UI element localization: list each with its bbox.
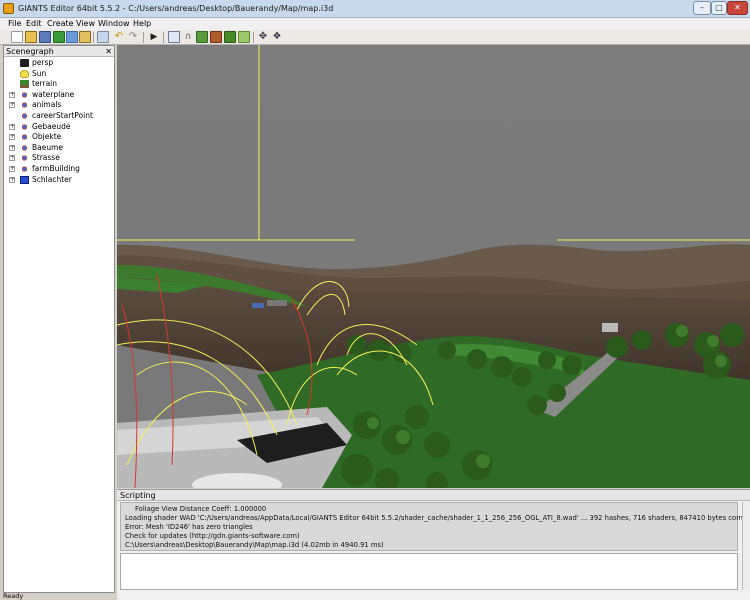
tree-item-label: careerStartPoint: [32, 111, 93, 120]
menu-file[interactable]: File: [8, 19, 21, 28]
tree-item-label: Baeume: [32, 142, 64, 152]
refresh-icon[interactable]: [97, 31, 109, 43]
menu-help[interactable]: Help: [133, 19, 151, 28]
terrain-icon: [20, 80, 29, 89]
scenegraph-close-icon[interactable]: ✕: [105, 46, 112, 57]
scripting-panel: Scripting Foliage View Distance Coeff: 1…: [117, 489, 750, 600]
maximize-button[interactable]: □: [711, 1, 727, 15]
redo-icon[interactable]: ↷: [127, 31, 139, 43]
expand-icon[interactable]: +: [9, 144, 15, 151]
log-line: Check for updates (http://gdn.giants-sof…: [125, 532, 300, 540]
log-line: Foliage View Distance Coeff: 1.000000: [135, 505, 267, 513]
log-line: C:\Users\andreas\Desktop\Bauerandy\Map\m…: [125, 541, 384, 549]
menu-bar: File Edit Create View Window Help: [0, 18, 750, 30]
tree-item-label: Sun: [32, 68, 47, 78]
transform-group-icon: [20, 101, 29, 110]
tree-item[interactable]: + animals: [4, 100, 114, 110]
tree-item-label: waterplane: [32, 89, 75, 99]
log-line: Loading shader WAD 'C:/Users/andreas/App…: [125, 514, 750, 522]
terrain-sculpt-icon[interactable]: [196, 31, 208, 43]
new-file-icon[interactable]: [11, 31, 23, 43]
giants-app-icon: [3, 3, 14, 14]
magnet-icon[interactable]: ∩: [182, 31, 194, 43]
navigation-icon[interactable]: ✥: [257, 31, 269, 43]
tree-item-label: Gebaeude: [32, 121, 71, 131]
tree-item-label: farmBuilding: [32, 164, 80, 173]
open-folder-icon[interactable]: [25, 31, 37, 43]
transform-group-icon: [20, 122, 29, 131]
scenegraph-panel: Scenegraph ✕ persp Sun terrain + waterplane +…: [3, 45, 115, 593]
transform-group-icon: [20, 165, 29, 173]
tree-item[interactable]: + Strasse: [4, 153, 114, 163]
distant-building: [252, 303, 264, 308]
log-line: Error: Mesh 'ID246' has zero triangles: [125, 523, 253, 531]
settings-icon[interactable]: ❖: [271, 31, 283, 43]
undo-icon[interactable]: ↶: [113, 31, 125, 43]
scenegraph-title: Scenegraph: [6, 47, 54, 56]
expand-icon[interactable]: +: [9, 123, 15, 130]
shape-cube-icon: [20, 175, 29, 184]
scripting-header: Scripting: [117, 490, 750, 501]
menu-window[interactable]: Window: [98, 19, 130, 28]
window-title: GIANTS Editor 64bit 5.5.2 - C:/Users/and…: [18, 4, 334, 13]
menu-edit[interactable]: Edit: [26, 19, 42, 28]
menu-view[interactable]: View: [76, 19, 95, 28]
transform-group-icon: [20, 143, 29, 152]
scripting-scrollbar[interactable]: [742, 502, 750, 590]
toolbar: ↶ ↷ ▶ ∩ ✥ ❖: [0, 30, 750, 45]
distant-shed: [602, 323, 618, 332]
tree-item-label: terrain: [32, 79, 58, 89]
save-all-icon[interactable]: [66, 31, 78, 43]
minimize-button[interactable]: –: [693, 1, 711, 15]
select-tool-icon[interactable]: [168, 31, 180, 43]
tree-item-label: persp: [32, 58, 54, 67]
tree-item-label: animals: [32, 100, 62, 110]
light-bulb-icon: [20, 69, 29, 78]
transform-group-icon: [20, 90, 29, 99]
transform-group-icon: [20, 154, 29, 163]
export-icon[interactable]: [79, 31, 91, 43]
transform-group-icon: [20, 133, 29, 142]
expand-icon[interactable]: +: [9, 166, 15, 172]
foliage-paint-icon[interactable]: [224, 31, 236, 43]
3d-viewport[interactable]: [117, 45, 750, 488]
expand-icon[interactable]: +: [9, 102, 15, 109]
tree-item[interactable]: + waterplane: [4, 90, 114, 100]
tree-item[interactable]: Sun: [4, 69, 114, 79]
scenegraph-header: Scenegraph ✕: [4, 46, 114, 57]
tree-item[interactable]: careerStartPoint: [4, 111, 114, 121]
tree-item[interactable]: + Baeume: [4, 143, 114, 153]
title-bar: GIANTS Editor 64bit 5.5.2 - C:/Users/and…: [0, 0, 750, 18]
tree-item[interactable]: terrain: [4, 79, 114, 89]
close-button[interactable]: ✕: [727, 1, 748, 15]
play-icon[interactable]: ▶: [148, 31, 160, 43]
script-log: Foliage View Distance Coeff: 1.000000 Lo…: [120, 502, 750, 551]
placement-icon[interactable]: [238, 31, 250, 43]
tree-item-label: Strasse: [32, 153, 60, 163]
save-icon[interactable]: [39, 31, 51, 43]
reload-icon[interactable]: [53, 31, 65, 43]
status-bar: Ready: [3, 592, 24, 600]
tree-item-label: Schlachter: [32, 174, 72, 184]
camera-icon: [20, 59, 29, 67]
expand-icon[interactable]: +: [9, 176, 15, 183]
tree-item[interactable]: persp: [4, 58, 114, 68]
expand-icon[interactable]: +: [9, 134, 15, 141]
terrain-paint-icon[interactable]: [210, 31, 222, 43]
tree-item[interactable]: + Objekte: [4, 132, 114, 142]
tree-item[interactable]: + Schlachter: [4, 175, 114, 185]
expand-icon[interactable]: +: [9, 155, 15, 162]
scene-render: [117, 45, 750, 488]
tree-item[interactable]: + Gebaeude: [4, 122, 114, 132]
script-input[interactable]: [120, 553, 738, 590]
tree-item[interactable]: + farmBuilding: [4, 164, 114, 174]
tree-item-label: Objekte: [32, 132, 62, 142]
transform-group-icon: [20, 112, 29, 120]
expand-icon[interactable]: +: [9, 91, 15, 98]
menu-create[interactable]: Create: [47, 19, 74, 28]
